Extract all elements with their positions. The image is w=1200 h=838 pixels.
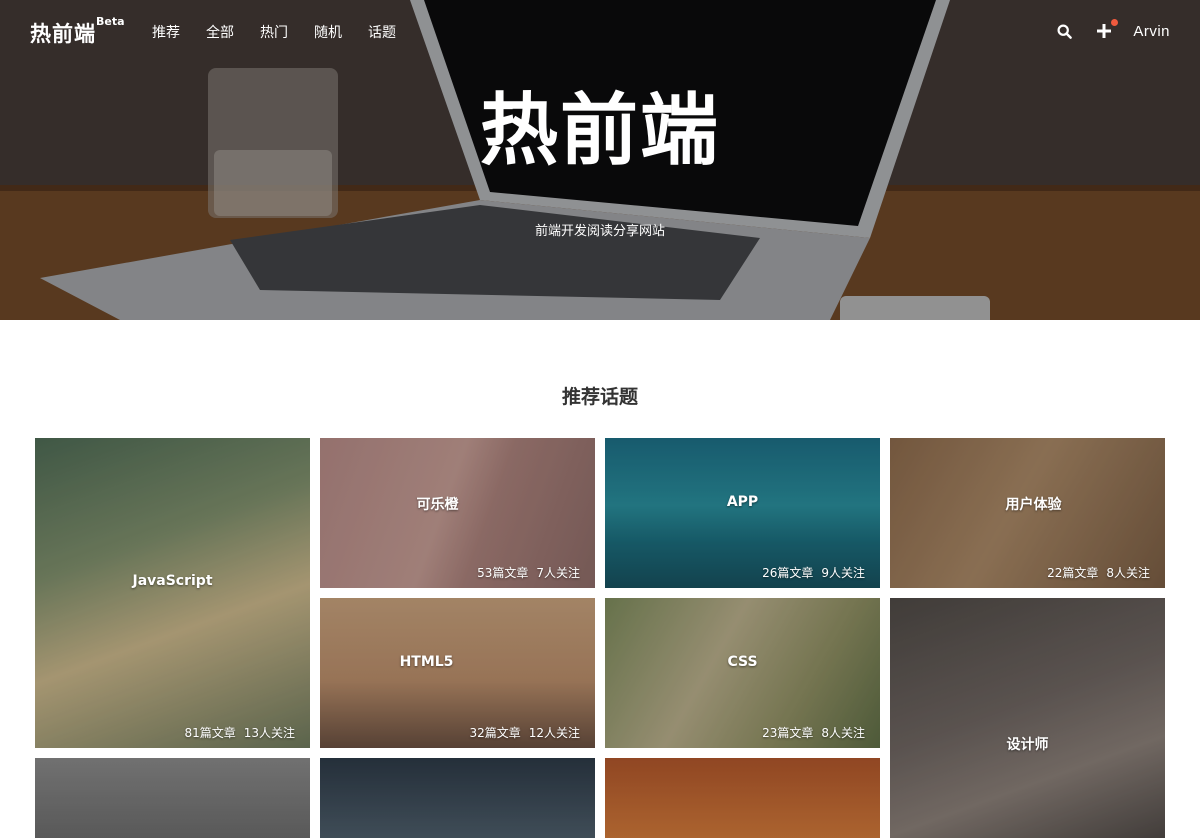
topic-name: CSS <box>727 654 758 670</box>
nav-link-recommend[interactable]: 推荐 <box>152 22 180 42</box>
follower-count: 13人关注 <box>243 726 295 740</box>
article-count: 53篇文章 <box>477 566 529 580</box>
topic-card-row3-2[interactable] <box>320 758 595 838</box>
nav-link-all[interactable]: 全部 <box>206 22 234 42</box>
topic-card-app[interactable]: APP 26篇文章 9人关注 <box>605 438 880 588</box>
topic-stats: 26篇文章 9人关注 <box>762 564 865 581</box>
nav-link-hot[interactable]: 热门 <box>260 22 288 42</box>
topic-name: JavaScript <box>132 573 213 589</box>
topic-stats: 22篇文章 8人关注 <box>1047 564 1150 581</box>
topic-card-html5[interactable]: HTML5 32篇文章 12人关注 <box>320 598 595 748</box>
card-overlay <box>35 758 310 838</box>
nav-link-topics[interactable]: 话题 <box>368 22 396 42</box>
article-count: 22篇文章 <box>1047 566 1099 580</box>
search-icon <box>1057 23 1072 39</box>
article-count: 81篇文章 <box>184 726 236 740</box>
follower-count: 8人关注 <box>1106 566 1150 580</box>
user-menu[interactable]: Arvin <box>1133 23 1170 40</box>
topic-card-javascript[interactable]: JavaScript 81篇文章 13人关注 <box>35 438 310 748</box>
topic-stats: 23篇文章 8人关注 <box>762 724 865 741</box>
follower-count: 7人关注 <box>536 566 580 580</box>
follower-count: 9人关注 <box>821 566 865 580</box>
topic-name: 设计师 <box>1006 737 1049 753</box>
follower-count: 8人关注 <box>821 726 865 740</box>
follower-count: 12人关注 <box>528 726 580 740</box>
card-overlay <box>320 758 595 838</box>
topic-card-row3-1[interactable] <box>35 758 310 838</box>
topic-name: 可乐橙 <box>416 497 459 513</box>
nav-links: 推荐 全部 热门 随机 话题 <box>152 22 396 42</box>
hero-title: 热前端 <box>479 86 720 176</box>
card-overlay <box>890 598 1165 838</box>
hero-subtitle: 前端开发阅读分享网站 <box>534 224 665 239</box>
article-count: 32篇文章 <box>469 726 521 740</box>
topic-card-kelecheng[interactable]: 可乐橙 53篇文章 7人关注 <box>320 438 595 588</box>
card-overlay <box>35 438 310 748</box>
card-overlay <box>605 758 880 838</box>
notification-dot <box>1111 19 1119 26</box>
topic-name: HTML5 <box>399 654 454 670</box>
nav-actions: Arvin <box>1053 19 1170 42</box>
topic-stats: 53篇文章 7人关注 <box>477 564 580 581</box>
search-button[interactable] <box>1053 20 1075 42</box>
site-logo[interactable]: 热前端 <box>30 18 96 48</box>
add-post-button[interactable] <box>1093 19 1119 42</box>
topic-stats: 81篇文章 13人关注 <box>184 724 295 741</box>
beta-badge: Beta <box>96 15 125 28</box>
topic-card-designer[interactable]: 设计师 <box>890 598 1165 838</box>
article-count: 23篇文章 <box>762 726 814 740</box>
article-count: 26篇文章 <box>762 566 814 580</box>
topic-grid: JavaScript 81篇文章 13人关注 可乐橙 53篇文章 7人关注 APP … <box>35 438 1165 838</box>
plus-icon <box>1097 24 1112 38</box>
topic-card-css[interactable]: CSS 23篇文章 8人关注 <box>605 598 880 748</box>
section-title: 推荐话题 <box>561 386 638 408</box>
hero-banner: 热前端 Beta 推荐 全部 热门 随机 话题 Arvin 热前端 前端开发阅读… <box>0 0 1200 320</box>
topic-stats: 32篇文章 12人关注 <box>469 724 580 741</box>
topic-card-row3-3[interactable] <box>605 758 880 838</box>
nav-link-random[interactable]: 随机 <box>314 22 342 42</box>
top-navigation: 热前端 Beta 推荐 全部 热门 随机 话题 Arvin <box>0 0 1200 62</box>
topic-name: 用户体验 <box>1005 497 1062 513</box>
topic-card-user-experience[interactable]: 用户体验 22篇文章 8人关注 <box>890 438 1165 588</box>
topic-name: APP <box>726 494 759 510</box>
